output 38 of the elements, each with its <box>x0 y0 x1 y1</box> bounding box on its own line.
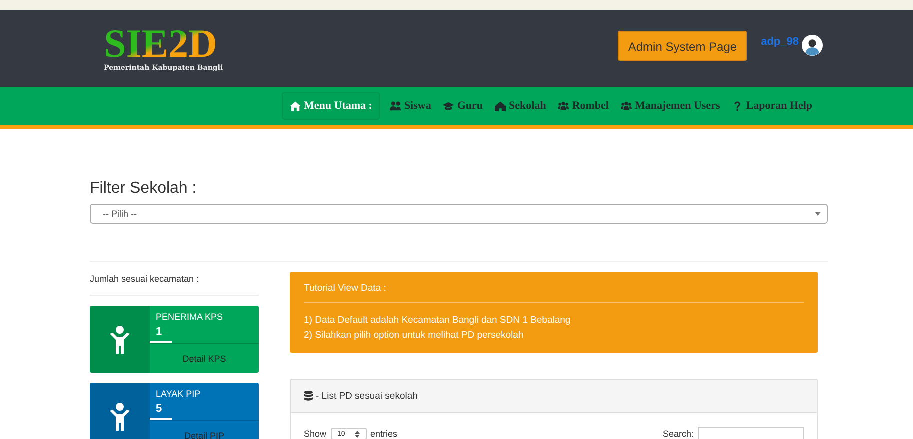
stats-title: Jumlah sesuai kecamatan : <box>90 272 259 296</box>
show-label: Show <box>304 429 327 439</box>
detail-link[interactable]: Detail PIP <box>184 430 225 439</box>
graduation-cap-icon <box>443 100 454 112</box>
detail-link[interactable]: Detail KPS <box>182 354 226 364</box>
search-label: Search: <box>662 429 694 439</box>
child-icon <box>110 402 130 430</box>
stat-label: LAYAK PIP <box>155 388 202 399</box>
filter-title: Filter Sekolah : <box>90 180 198 198</box>
database-icon <box>304 391 313 401</box>
tutorial-line: 2) Silahkan pilih option untuk melihat PD persekolah <box>304 329 525 343</box>
username-link[interactable]: adp_98 <box>761 36 799 48</box>
stat-label: PENERIMA KPS <box>155 311 224 322</box>
nav-link[interactable]: Manajemen Users <box>615 93 726 119</box>
tutorial-line: 1) Data Default adalah Kecamatan Bangli dan SDN 1 Bebalang <box>304 314 572 328</box>
users-icon <box>390 100 402 112</box>
caret-icon <box>815 212 821 216</box>
nav-link[interactable]: Guru <box>437 93 490 119</box>
menu-heading[interactable]: Menu Utama : <box>282 92 380 120</box>
child-icon <box>110 326 130 354</box>
panel-title: - List PD sesuai sekolah <box>316 390 418 402</box>
home-icon <box>290 100 301 112</box>
admin-system-button[interactable]: Admin System Page <box>618 30 748 60</box>
avatar-icon[interactable] <box>802 35 823 56</box>
school-building-icon <box>495 100 506 112</box>
users-icon <box>558 100 570 112</box>
stat-value: 1 <box>155 325 164 340</box>
nav-link[interactable]: Rombel <box>552 93 615 119</box>
school-select[interactable]: -- Pilih -- <box>90 204 828 224</box>
nav-link[interactable]: Laporan Help <box>726 93 819 119</box>
spinner-icon <box>355 430 360 438</box>
tutorial-title: Tutorial View Data : <box>304 283 804 303</box>
search-field[interactable] <box>698 427 804 439</box>
nav-link[interactable]: Siswa <box>384 93 438 119</box>
nav-link[interactable]: Sekolah <box>489 93 552 119</box>
entries-label: entries <box>370 429 398 439</box>
stat-value: 5 <box>155 402 164 417</box>
users-icon <box>621 100 632 112</box>
